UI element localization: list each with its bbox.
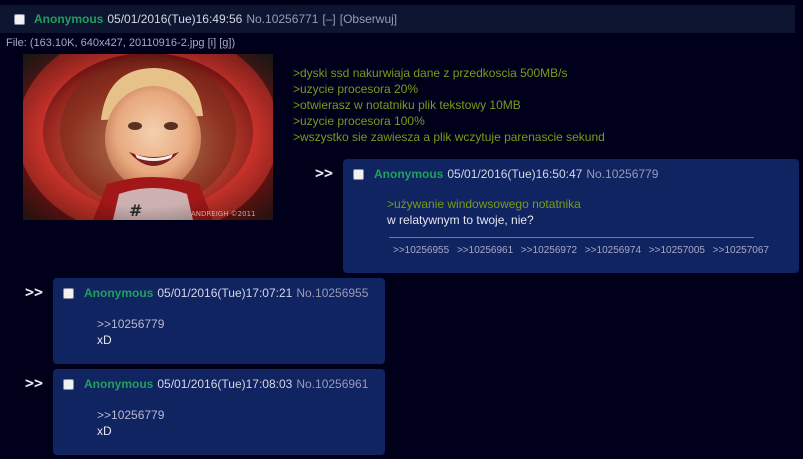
reply-post: Anonymous 05/01/2016(Tue)17:08:03 No.102…	[53, 369, 385, 455]
op-post-date: 05/01/2016(Tue)16:49:56	[107, 12, 243, 26]
backlink[interactable]: >>10256972	[521, 245, 577, 256]
reply-body: >>10256779 xD	[97, 407, 164, 439]
reply-post-number[interactable]: No.10256961	[296, 377, 368, 391]
reply-post: Anonymous 05/01/2016(Tue)17:07:21 No.102…	[53, 278, 385, 364]
reply-quote-link[interactable]: >>10256779	[97, 407, 164, 423]
backlink[interactable]: >>10256955	[393, 245, 449, 256]
reply-post-number[interactable]: No.10256779	[586, 167, 658, 181]
op-file-info: File: (163.10K, 640x427, 20110916-2.jpg …	[6, 37, 235, 49]
file-link-g[interactable]: [g]	[219, 37, 231, 49]
thumbnail-watermark: ANDREIGH ©2011	[191, 210, 256, 218]
file-info-close: )	[231, 37, 236, 49]
op-line-1: >dyski ssd nakurwiaja dane z przedkoscia…	[293, 66, 568, 80]
reply-poster-name: Anonymous	[374, 167, 444, 181]
reply-select-checkbox[interactable]	[63, 378, 74, 390]
op-line-3: >otwierasz w notatniku plik tekstowy 10M…	[293, 98, 521, 112]
reply-text: xD	[97, 424, 112, 438]
reply-arrows: >>	[315, 164, 334, 182]
reply-select-checkbox[interactable]	[353, 168, 364, 180]
op-post-header: Anonymous 05/01/2016(Tue)16:49:56 No.102…	[0, 5, 795, 33]
reply-body: >używanie windowsowego notatnika w relat…	[387, 196, 581, 228]
op-line-4: >uzycie procesora 100%	[293, 114, 425, 128]
reply-poster-name: Anonymous	[84, 286, 154, 300]
backlink[interactable]: >>10256961	[457, 245, 513, 256]
reply-header: Anonymous 05/01/2016(Tue)17:07:21 No.102…	[63, 286, 368, 300]
reply-greentext: >używanie windowsowego notatnika	[387, 197, 581, 211]
op-post-number[interactable]: No.10256771	[246, 12, 318, 26]
reply-post-number[interactable]: No.10256955	[296, 286, 368, 300]
reply-text: w relatywnym to twoje, nie?	[387, 213, 534, 227]
reply-header: Anonymous 05/01/2016(Tue)17:08:03 No.102…	[63, 377, 368, 391]
reply-poster-name: Anonymous	[84, 377, 154, 391]
reply-quote-link[interactable]: >>10256779	[97, 316, 164, 332]
op-image-thumbnail[interactable]: # ANDREIGH ©2011	[23, 54, 273, 220]
reply-post-date: 05/01/2016(Tue)17:08:03	[157, 377, 293, 391]
reply-select-checkbox[interactable]	[63, 287, 74, 299]
reply-body: >>10256779 xD	[97, 316, 164, 348]
op-line-5: >wszystko sie zawiesza a plik wczytuje p…	[293, 130, 605, 144]
file-link-i[interactable]: [i]	[208, 37, 217, 49]
reply-post-date: 05/01/2016(Tue)17:07:21	[157, 286, 293, 300]
reply-text: xD	[97, 333, 112, 347]
reply-backlinks: >>10256955 >>10256961 >>10256972 >>10256…	[393, 245, 774, 256]
backlink[interactable]: >>10257005	[649, 245, 705, 256]
reply-post-date: 05/01/2016(Tue)16:50:47	[447, 167, 583, 181]
op-hide-button[interactable]: [–]	[322, 12, 335, 26]
op-line-2: >uzycie procesora 20%	[293, 82, 419, 96]
op-follow-button[interactable]: [Obserwuj]	[340, 12, 397, 26]
reply-arrows: >>	[25, 374, 44, 392]
file-info-text: File: (163.10K, 640x427, 20110916-2.jpg	[6, 37, 205, 49]
backlink[interactable]: >>10257067	[713, 245, 769, 256]
op-post-body: >dyski ssd nakurwiaja dane z przedkoscia…	[293, 65, 605, 145]
op-poster-name: Anonymous	[34, 12, 104, 26]
reply-arrows: >>	[25, 283, 44, 301]
thumbnail-picture: # ANDREIGH ©2011	[23, 54, 273, 220]
op-select-checkbox[interactable]	[14, 13, 25, 25]
reply-separator	[389, 237, 754, 238]
backlink[interactable]: >>10256974	[585, 245, 641, 256]
reply-header: Anonymous 05/01/2016(Tue)16:50:47 No.102…	[353, 167, 658, 181]
reply-post: Anonymous 05/01/2016(Tue)16:50:47 No.102…	[343, 159, 799, 273]
